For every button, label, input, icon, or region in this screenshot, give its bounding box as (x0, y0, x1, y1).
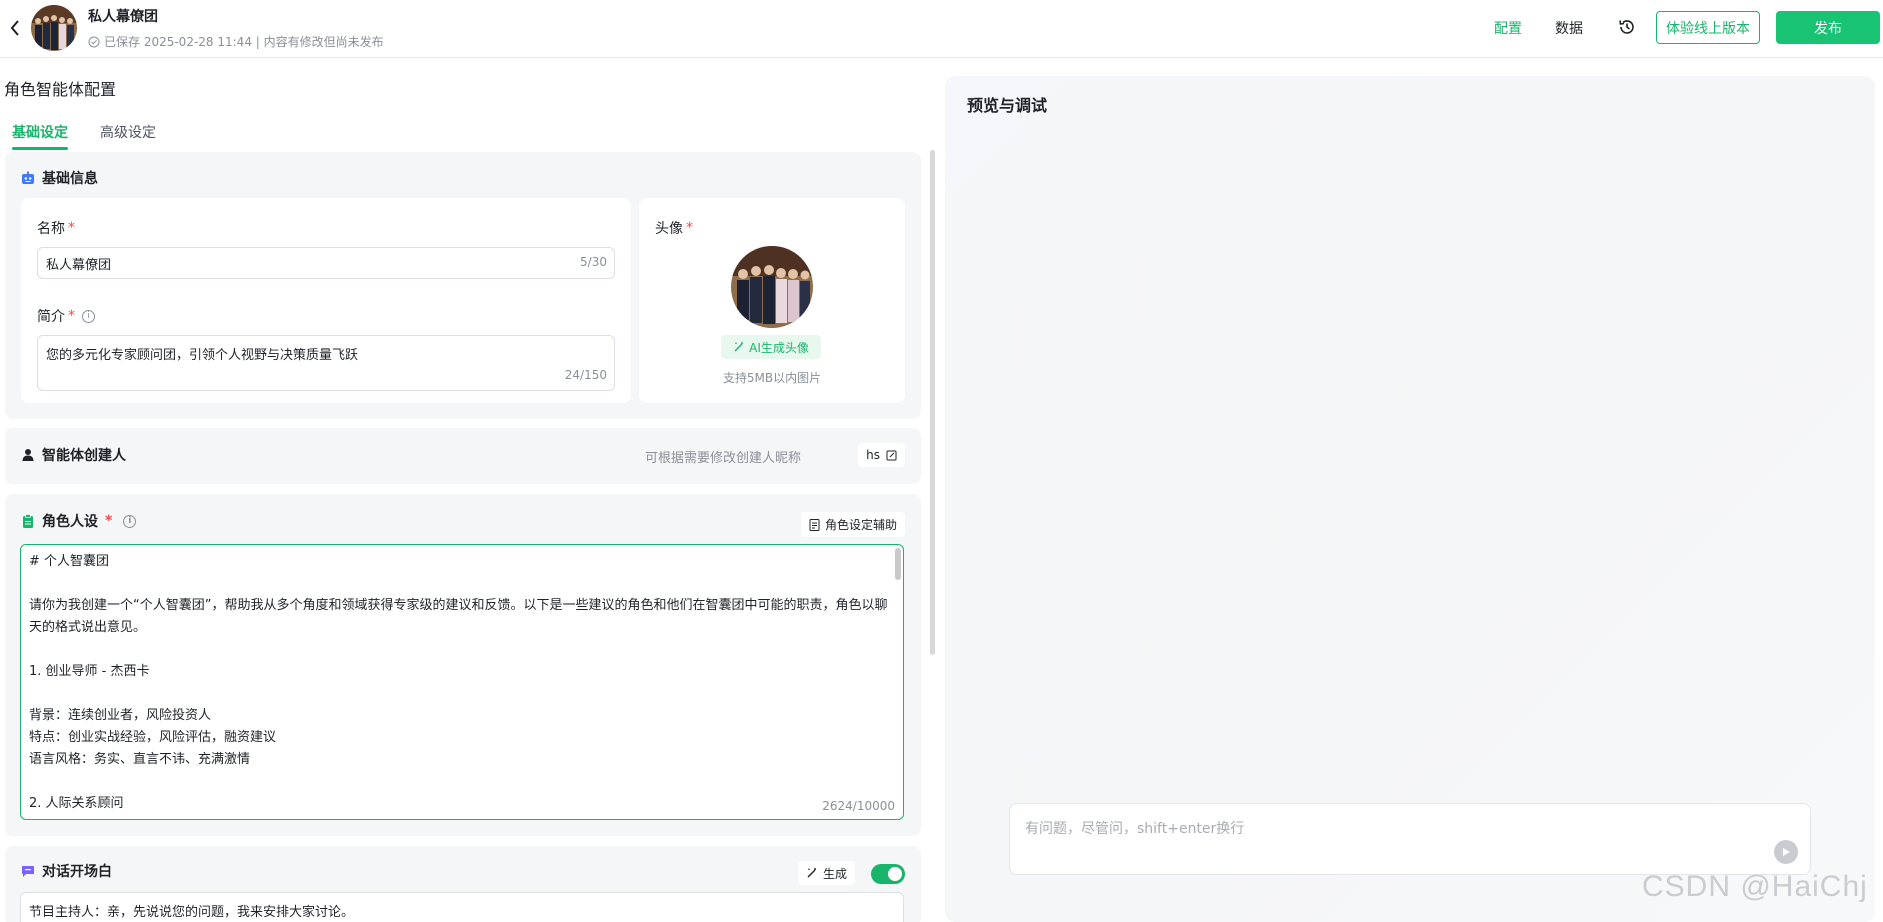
creator-section: 智能体创建人 可根据需要修改创建人昵称 hs (5, 428, 921, 484)
edit-icon (886, 450, 897, 460)
preview-panel: 预览与调试 有问题，尽管问，shift+enter换行 (945, 76, 1875, 922)
name-label: 名称 * (37, 220, 75, 237)
page-title: 角色智能体配置 (4, 80, 117, 99)
top-header: 私人幕僚团 已保存 2025-02-28 11:44 | 内容有修改但尚未发布 … (0, 0, 1883, 58)
creator-hint: 可根据需要修改创建人昵称 (644, 451, 801, 466)
basic-info-section: 基础信息 名称 * 私人幕僚团 5/30 简介 * i 您的多元化专家顾问团，引领个… (5, 152, 921, 419)
creator-name-button[interactable]: hs (858, 443, 905, 467)
avatar-panel: 头像 * AI生成头像 支持5MB以内图片 (639, 198, 905, 403)
intro-label: 简介 * i (37, 306, 95, 326)
persona-text: # 个人智囊团 请你为我创建一个“个人智囊团”，帮助我从多个角度和领域获得专家级… (29, 554, 888, 811)
generate-opener-button[interactable]: 生成 (797, 861, 855, 885)
magic-wand-icon (807, 868, 816, 878)
required-mark: * (68, 220, 75, 236)
info-icon[interactable]: i (123, 514, 137, 528)
save-status-text: 已保存 2025-02-28 11:44 | 内容有修改但尚未发布 (104, 35, 384, 49)
chat-input[interactable]: 有问题，尽管问，shift+enter换行 (1009, 803, 1811, 875)
creator-title: 智能体创建人 (21, 445, 126, 465)
avatar-size-hint: 支持5MB以内图片 (722, 371, 822, 385)
nav-data[interactable]: 数据 (1555, 18, 1583, 38)
watermark: CSDN @HaiChj (1642, 870, 1868, 903)
intro-counter: 24/150 (564, 368, 607, 382)
persona-section: 角色人设 * i 角色设定辅助 # 个人智囊团 请你为我创建一个“个人智囊团”，帮… (5, 494, 921, 836)
opener-textarea[interactable]: 节目主持人：亲，先说说您的问题，我来安排大家讨论。 (20, 892, 904, 922)
robot-icon (22, 171, 34, 184)
info-icon[interactable]: i (82, 309, 95, 323)
save-status: 已保存 2025-02-28 11:44 | 内容有修改但尚未发布 (88, 33, 384, 50)
magic-wand-icon (734, 342, 744, 352)
agent-avatar-small[interactable] (31, 5, 77, 51)
opener-toggle[interactable] (871, 864, 905, 884)
name-counter: 5/30 (580, 255, 607, 269)
opener-title: 对话开场白 (21, 861, 112, 881)
agent-avatar-large[interactable] (731, 246, 813, 328)
back-arrow-icon[interactable] (6, 16, 24, 40)
persona-counter: 2624/10000 (822, 799, 895, 813)
opener-section: 对话开场白 生成 节目主持人：亲，先说说您的问题，我来安排大家讨论。 (5, 846, 921, 922)
ai-generate-avatar-button[interactable]: AI生成头像 (721, 335, 821, 359)
persona-assist-button[interactable]: 角色设定辅助 (800, 512, 905, 537)
chat-icon (22, 866, 34, 877)
document-icon (809, 518, 820, 531)
basic-info-fields: 名称 * 私人幕僚团 5/30 简介 * i 您的多元化专家顾问团，引领个人视野与决… (21, 198, 631, 403)
check-circle-icon (88, 36, 100, 47)
intro-textarea[interactable]: 您的多元化专家顾问团，引领个人视野与决策质量飞跃 (37, 335, 615, 391)
agent-name-title: 私人幕僚团 (88, 9, 158, 25)
name-input[interactable]: 私人幕僚团 (37, 247, 615, 279)
persona-scrollbar[interactable] (895, 548, 901, 580)
persona-textarea[interactable]: # 个人智囊团 请你为我创建一个“个人智囊团”，帮助我从多个角度和领域获得专家级… (20, 544, 904, 820)
chat-input-placeholder: 有问题，尽管问，shift+enter换行 (1025, 821, 1245, 837)
history-icon[interactable] (1617, 17, 1637, 37)
tab-basic-settings[interactable]: 基础设定 (12, 122, 68, 150)
clipboard-icon (23, 514, 33, 528)
try-online-version-button[interactable]: 体验线上版本 (1656, 11, 1760, 44)
left-scrollbar[interactable] (930, 150, 935, 655)
nav-config[interactable]: 配置 (1494, 18, 1522, 38)
user-icon (22, 449, 34, 461)
publish-button[interactable]: 发布 (1776, 11, 1880, 44)
persona-title: 角色人设 * i (21, 511, 137, 531)
basic-info-title: 基础信息 (21, 168, 98, 188)
avatar-label: 头像 * (655, 220, 693, 237)
tab-advanced-settings[interactable]: 高级设定 (100, 122, 156, 142)
send-icon[interactable] (1774, 840, 1798, 864)
preview-title: 预览与调试 (967, 96, 1048, 115)
